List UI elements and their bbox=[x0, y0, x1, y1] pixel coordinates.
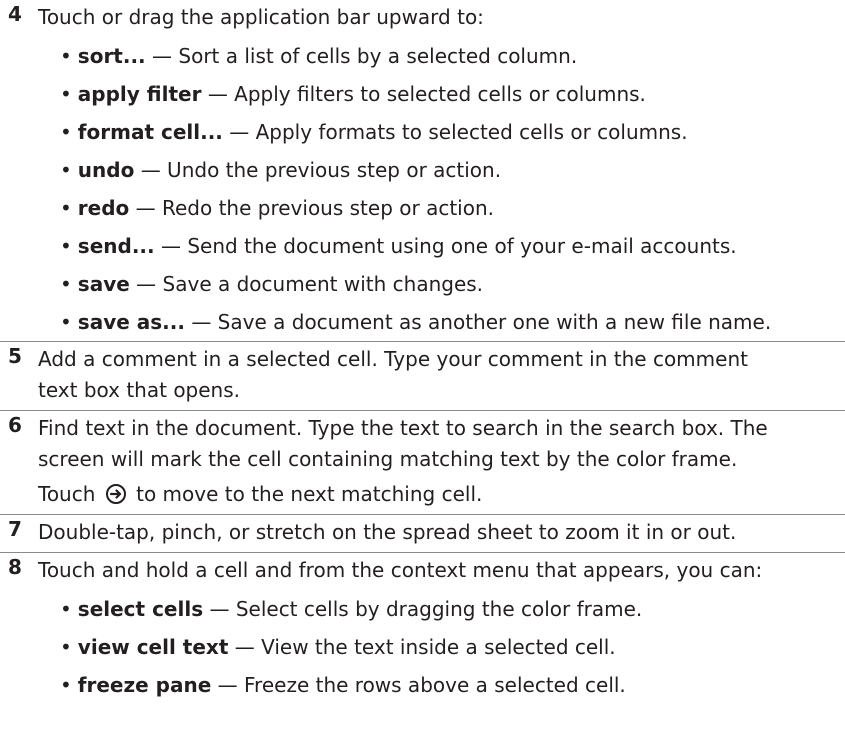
list-item: • save as... — Save a document as another… bbox=[60, 310, 772, 334]
item-term: view cell text bbox=[77, 635, 229, 659]
step-7: 7 Double-tap, pinch, or stretch on the s… bbox=[0, 514, 845, 552]
step-text-line: text box that opens. bbox=[38, 378, 241, 402]
item-desc: — Select cells by dragging the color fra… bbox=[209, 597, 643, 621]
step-4: 4 Touch or drag the application bar upwa… bbox=[0, 0, 845, 341]
step-8: 8 Touch and hold a cell and from the con… bbox=[0, 552, 845, 704]
step-6: 6 Find text in the document. Type the te… bbox=[0, 410, 845, 514]
item-term: save bbox=[77, 272, 130, 296]
item-desc: — Save a document as another one with a … bbox=[191, 310, 772, 334]
item-desc: — Redo the previous step or action. bbox=[135, 196, 494, 220]
item-term: select cells bbox=[77, 597, 204, 621]
step-text-line: screen will mark the cell containing mat… bbox=[38, 447, 738, 471]
step-number: 4 bbox=[8, 2, 22, 26]
list-item: • send... — Send the document using one o… bbox=[60, 234, 737, 258]
list-item: • redo — Redo the previous step or action… bbox=[60, 196, 494, 220]
item-term: sort... bbox=[77, 44, 146, 68]
item-desc: — View the text inside a selected cell. bbox=[234, 635, 616, 659]
item-term: send... bbox=[77, 234, 155, 258]
touch-word: Touch bbox=[38, 482, 96, 506]
step-number: 6 bbox=[8, 413, 22, 437]
list-item: • save — Save a document with changes. bbox=[60, 272, 484, 296]
item-desc: — Save a document with changes. bbox=[136, 272, 484, 296]
manual-page: 4 Touch or drag the application bar upwa… bbox=[0, 0, 845, 704]
item-term: apply filter bbox=[77, 82, 202, 106]
item-term: redo bbox=[77, 196, 130, 220]
list-item: • view cell text — View the text inside a… bbox=[60, 635, 616, 659]
item-desc: — Apply filters to selected cells or col… bbox=[207, 82, 646, 106]
item-desc: — Apply formats to selected cells or col… bbox=[229, 120, 688, 144]
next-arrow-icon bbox=[105, 484, 126, 504]
step-text: Touch or drag the application bar upward… bbox=[38, 5, 484, 29]
step-text-line: Add a comment in a selected cell. Type y… bbox=[38, 347, 748, 371]
step-text-line: Find text in the document. Type the text… bbox=[38, 416, 768, 440]
list-item: • sort... — Sort a list of cells by a sel… bbox=[60, 44, 578, 68]
item-term: format cell... bbox=[77, 120, 223, 144]
item-desc: — Send the document using one of your e-… bbox=[160, 234, 737, 258]
item-desc: — Sort a list of cells by a selected col… bbox=[152, 44, 578, 68]
list-item: • apply filter — Apply filters to selecte… bbox=[60, 82, 646, 106]
list-item: • format cell... — Apply formats to selec… bbox=[60, 120, 688, 144]
item-desc: — Undo the previous step or action. bbox=[140, 158, 502, 182]
step-text: to move to the next matching cell. bbox=[136, 482, 483, 506]
bullet-list: • sort... — Sort a list of cells by a sel… bbox=[38, 37, 835, 341]
step-number: 8 bbox=[8, 555, 22, 579]
list-item: • freeze pane — Freeze the rows above a s… bbox=[60, 673, 626, 697]
step-text-line: Touch to move to the next matching cell. bbox=[38, 479, 835, 510]
item-term: save as... bbox=[77, 310, 185, 334]
step-text: Touch and hold a cell and from the conte… bbox=[38, 558, 763, 582]
list-item: • select cells — Select cells by dragging… bbox=[60, 597, 643, 621]
step-number: 5 bbox=[8, 344, 22, 368]
list-item: • undo — Undo the previous step or action… bbox=[60, 158, 502, 182]
step-number: 7 bbox=[8, 517, 22, 541]
item-term: undo bbox=[77, 158, 135, 182]
step-text: Double-tap, pinch, or stretch on the spr… bbox=[38, 520, 737, 544]
bullet-list: • select cells — Select cells by dragging… bbox=[38, 590, 835, 704]
item-term: freeze pane bbox=[77, 673, 212, 697]
step-5: 5 Add a comment in a selected cell. Type… bbox=[0, 341, 845, 410]
item-desc: — Freeze the rows above a selected cell. bbox=[217, 673, 626, 697]
